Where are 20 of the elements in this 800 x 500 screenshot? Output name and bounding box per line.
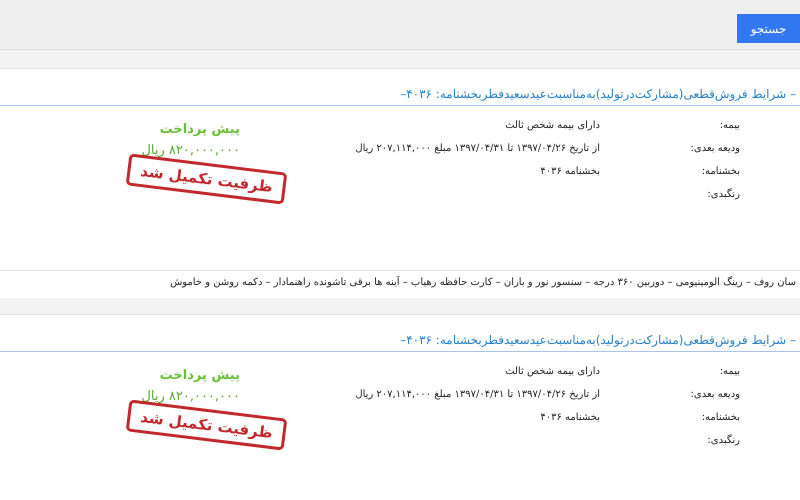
- features-text: سان روف – رینگ الومینیومی – دوربین ۳۶۰ درجه – سنسور نور و باران – کارت حافظه رهیاب – آینه ها برقی تاشونده راهنمادار – دکمه روشن و خاموش: [0, 270, 800, 298]
- field-value: از تاریخ ۱۳۹۷/۰۴/۲۶ تا ۱۳۹۷/۰۴/۳۱ مبلغ ۲۰۷,۱۱۴,۰۰۰ ریال: [355, 389, 600, 400]
- field-label: ودیعه بعدی:: [690, 389, 741, 400]
- prepayment-label: پیش پرداخت: [160, 368, 240, 383]
- field-value: دارای بیمه شخص ثالث: [505, 366, 600, 377]
- field-label: بخشنامه:: [700, 166, 741, 177]
- field-value: دارای بیمه شخص ثالث: [505, 120, 600, 131]
- field-label: رنگبدی:: [706, 189, 741, 200]
- search-button[interactable]: جستجو: [737, 14, 800, 43]
- field-label: بیمه:: [718, 366, 741, 377]
- listing-title[interactable]: – شرایط فروش‌قطعی(مشارکت‌درتولید)به‌مناسبت‌عیدسعیدفطربخشنامه: ۴۰۳۶–: [0, 333, 800, 352]
- field-value: بخشنامه ۴۰۳۶: [540, 412, 600, 423]
- field-label: ودیعه بعدی:: [690, 143, 741, 154]
- prepayment-label: پیش پرداخت: [160, 122, 240, 137]
- field-label: بیمه:: [718, 120, 741, 131]
- field-value: بخشنامه ۴۰۳۶: [540, 166, 600, 177]
- field-label: بخشنامه:: [700, 412, 741, 423]
- listing-title[interactable]: – شرایط فروش‌قطعی(مشارکت‌درتولید)به‌مناسبت‌عیدسعیدفطربخشنامه: ۴۰۳۶–: [0, 87, 800, 106]
- field-value: از تاریخ ۱۳۹۷/۰۴/۲۶ تا ۱۳۹۷/۰۴/۳۱ مبلغ ۲۰۷,۱۱۴,۰۰۰ ریال: [355, 143, 600, 154]
- field-label: رنگبدی:: [706, 435, 741, 446]
